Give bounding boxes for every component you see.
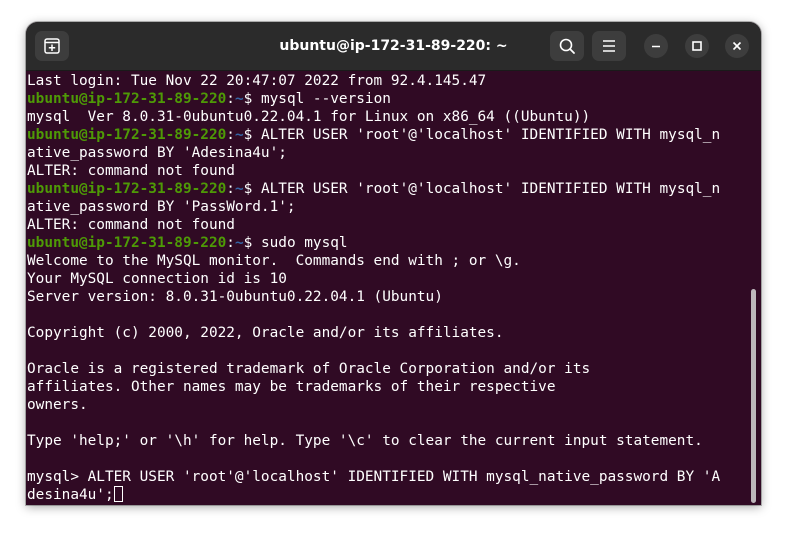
close-button[interactable] [725, 34, 749, 58]
maximize-button[interactable] [685, 34, 709, 58]
output-text: Server version: 8.0.31-0ubuntu0.22.04.1 … [27, 289, 443, 305]
command-text: ALTER USER 'root'@'localhost' IDENTIFIED… [260, 181, 721, 197]
terminal-line: Type 'help;' or '\h' for help. Type '\c'… [27, 432, 703, 450]
prompt-symbol: $ [243, 235, 261, 251]
output-text: owners. [27, 397, 88, 413]
output-text: ative_password BY 'PassWord.1'; [27, 199, 296, 215]
close-icon [732, 41, 742, 51]
search-button[interactable] [550, 31, 584, 61]
prompt-user-host: ubuntu@ip-172-31-89-220 [27, 127, 227, 143]
terminal-prompt-line: ubuntu@ip-172-31-89-220:~$ ALTER USER 'r… [27, 180, 720, 198]
scrollbar[interactable] [751, 289, 756, 503]
terminal-prompt-line: ubuntu@ip-172-31-89-220:~$ sudo mysql [27, 234, 348, 252]
prompt-path: ~ [234, 235, 244, 251]
terminal-line: Welcome to the MySQL monitor. Commands e… [27, 252, 521, 270]
terminal-prompt-line: ubuntu@ip-172-31-89-220:~$ ALTER USER 'r… [27, 126, 720, 144]
minimize-icon [652, 45, 660, 48]
output-text: ALTER: command not found [27, 217, 235, 233]
terminal-line: mysql> ALTER USER 'root'@'localhost' IDE… [27, 468, 720, 486]
terminal-line: Server version: 8.0.31-0ubuntu0.22.04.1 … [27, 288, 443, 306]
terminal-line: affiliates. Other names may be trademark… [27, 378, 556, 396]
output-text: affiliates. Other names may be trademark… [27, 379, 556, 395]
terminal-line: Last login: Tue Nov 22 20:47:07 2022 fro… [27, 72, 486, 90]
menu-button[interactable] [592, 31, 626, 61]
prompt-separator: : [226, 181, 235, 197]
terminal-line: ALTER: command not found [27, 162, 235, 180]
command-text: ALTER USER 'root'@'localhost' IDENTIFIED… [260, 127, 721, 143]
terminal-window: ubuntu@ip-172-31-89-220: ~ Last login: T… [26, 22, 761, 505]
command-text: mysql --version [260, 91, 391, 107]
prompt-path: ~ [234, 91, 244, 107]
text-cursor [113, 486, 123, 502]
prompt-symbol: $ [243, 127, 261, 143]
output-text: Oracle is a registered trademark of Orac… [27, 361, 591, 377]
output-text: Copyright (c) 2000, 2022, Oracle and/or … [27, 325, 504, 341]
output-text: mysql> ALTER USER 'root'@'localhost' IDE… [27, 469, 721, 485]
prompt-path: ~ [234, 181, 244, 197]
terminal-line: ative_password BY 'PassWord.1'; [27, 198, 296, 216]
output-text: Welcome to the MySQL monitor. Commands e… [27, 253, 521, 269]
output-text: Type 'help;' or '\h' for help. Type '\c'… [27, 433, 703, 449]
prompt-path: ~ [234, 127, 244, 143]
title-bar[interactable]: ubuntu@ip-172-31-89-220: ~ [26, 22, 761, 71]
prompt-separator: : [226, 235, 235, 251]
prompt-user-host: ubuntu@ip-172-31-89-220 [27, 91, 227, 107]
terminal-line: mysql Ver 8.0.31-0ubuntu0.22.04.1 for Li… [27, 108, 590, 126]
terminal-line: Copyright (c) 2000, 2022, Oracle and/or … [27, 324, 504, 342]
output-text: mysql Ver 8.0.31-0ubuntu0.22.04.1 for Li… [27, 109, 591, 125]
terminal-line: Your MySQL connection id is 10 [27, 270, 287, 288]
hamburger-menu-icon [603, 40, 615, 52]
terminal-line: ALTER: command not found [27, 216, 235, 234]
command-text: sudo mysql [260, 235, 348, 251]
terminal-line: ative_password BY 'Adesina4u'; [27, 144, 287, 162]
prompt-user-host: ubuntu@ip-172-31-89-220 [27, 181, 227, 197]
output-text: desina4u'; [27, 487, 114, 503]
search-icon [559, 38, 575, 54]
output-text: ALTER: command not found [27, 163, 235, 179]
prompt-user-host: ubuntu@ip-172-31-89-220 [27, 235, 227, 251]
output-text: ative_password BY 'Adesina4u'; [27, 145, 287, 161]
terminal-output[interactable]: Last login: Tue Nov 22 20:47:07 2022 fro… [26, 71, 761, 505]
prompt-separator: : [226, 91, 235, 107]
terminal-prompt-line: ubuntu@ip-172-31-89-220:~$ mysql --versi… [27, 90, 391, 108]
new-tab-button[interactable] [35, 31, 69, 61]
terminal-line: owners. [27, 396, 88, 414]
terminal-line: Oracle is a registered trademark of Orac… [27, 360, 590, 378]
output-text: Your MySQL connection id is 10 [27, 271, 287, 287]
maximize-icon [692, 41, 702, 51]
prompt-separator: : [226, 127, 235, 143]
minimize-button[interactable] [644, 34, 668, 58]
output-text: Last login: Tue Nov 22 20:47:07 2022 fro… [27, 73, 487, 89]
new-tab-icon [44, 38, 60, 54]
prompt-symbol: $ [243, 91, 261, 107]
prompt-symbol: $ [243, 181, 261, 197]
terminal-line: desina4u'; [27, 486, 123, 504]
